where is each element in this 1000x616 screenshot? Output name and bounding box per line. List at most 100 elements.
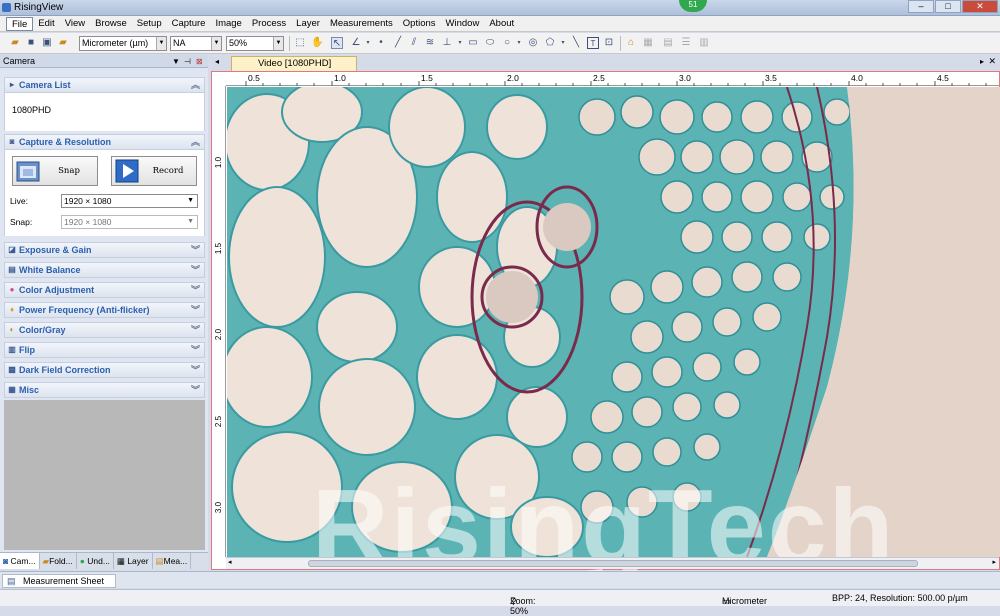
- tab-measurement[interactable]: ▤Mea...: [153, 553, 192, 569]
- multi-line-icon[interactable]: ≋: [424, 37, 436, 49]
- parallel-icon[interactable]: ⫽: [408, 37, 420, 49]
- chevron-down-icon[interactable]: ▾: [454, 37, 466, 49]
- point-icon[interactable]: •: [375, 37, 387, 49]
- camera-list-item[interactable]: 1080PHD: [12, 105, 51, 115]
- section-label: Capture & Resolution: [19, 137, 112, 147]
- save-icon[interactable]: ■: [25, 37, 37, 49]
- image-view[interactable]: 0.5 1.0 1.5 2.0 2.5 3.0 3.5 4.0 4.5 1.0 …: [211, 71, 1000, 586]
- pin-icon[interactable]: ⊣: [184, 55, 191, 68]
- document-tab-video[interactable]: Video [1080PHD]: [231, 56, 357, 71]
- document-close-icon[interactable]: ✕: [988, 56, 996, 67]
- menu-measurements[interactable]: Measurements: [325, 17, 398, 31]
- tab-camera[interactable]: ◙ Cam...: [0, 553, 40, 569]
- horizontal-scrollbar[interactable]: ◂ ▸: [226, 557, 999, 569]
- section-power-frequency[interactable]: ♦ Power Frequency (Anti-flicker) ︾: [4, 302, 205, 318]
- expand-down-icon[interactable]: ︾: [191, 363, 200, 377]
- zoom-select[interactable]: 50% ▼: [226, 36, 284, 51]
- perpendicular-icon[interactable]: ⊥: [441, 37, 453, 49]
- line-icon[interactable]: ╱: [392, 37, 404, 49]
- maximize-button[interactable]: □: [935, 0, 961, 13]
- angle-icon[interactable]: ∠: [350, 37, 362, 49]
- expand-down-icon[interactable]: ︾: [191, 303, 200, 317]
- scroll-right-icon[interactable]: ▸: [992, 558, 996, 566]
- layer-icon[interactable]: ▦: [642, 37, 654, 49]
- section-flip[interactable]: ▥ Flip ︾: [4, 342, 205, 358]
- snap-button[interactable]: Snap: [12, 156, 98, 186]
- section-camera-list[interactable]: ▸ Camera List ︽: [4, 77, 205, 93]
- scale-bar-icon[interactable]: ⊡: [603, 37, 615, 49]
- ellipse-icon[interactable]: ⬭: [484, 37, 496, 49]
- status-bar: ⚲ Zoom: 50% ▭ Micrometer BPP: 24, Resolu…: [0, 589, 1000, 616]
- chevron-down-icon[interactable]: ▾: [362, 37, 374, 49]
- expand-down-icon[interactable]: ︾: [191, 243, 200, 257]
- section-white-balance[interactable]: ▤ White Balance ︾: [4, 262, 205, 278]
- scroll-left-icon[interactable]: ◂: [228, 558, 232, 566]
- close-button[interactable]: ✕: [962, 0, 998, 13]
- rectangle-icon[interactable]: ▭: [467, 37, 479, 49]
- collapse-up-icon[interactable]: ︽: [191, 78, 200, 92]
- open-folder-icon[interactable]: ▰: [9, 37, 21, 49]
- arrow-line-icon[interactable]: ╲: [570, 37, 582, 49]
- section-misc[interactable]: ▦ Misc ︾: [4, 382, 205, 398]
- menu-layer[interactable]: Layer: [291, 17, 325, 31]
- section-color-adjustment[interactable]: ● Color Adjustment ︾: [4, 282, 205, 298]
- tab-scroll-right-icon[interactable]: ▸: [980, 57, 984, 66]
- menu-options[interactable]: Options: [398, 17, 441, 31]
- menu-about[interactable]: About: [484, 17, 519, 31]
- live-resolution-select[interactable]: 1920 × 1080 ▼: [61, 194, 198, 208]
- expand-down-icon[interactable]: ︾: [191, 283, 200, 297]
- section-exposure-gain[interactable]: ◪ Exposure & Gain ︾: [4, 242, 205, 258]
- section-capture-resolution[interactable]: ◙ Capture & Resolution ︽: [4, 134, 205, 150]
- save-as-icon[interactable]: ▣: [41, 37, 53, 49]
- browse-folder-icon[interactable]: ▰: [57, 37, 69, 49]
- scrollbar-thumb[interactable]: [308, 560, 918, 567]
- capture-body: Snap Record Live: 1920 × 1080 ▼ Snap: 192…: [4, 150, 205, 236]
- copy-icon[interactable]: ▥: [698, 37, 710, 49]
- concentric-circle-icon[interactable]: ◎: [527, 37, 539, 49]
- section-color-gray[interactable]: ◐ Color/Gray ︾: [4, 322, 205, 338]
- menu-process[interactable]: Process: [247, 17, 291, 31]
- rect-select-icon[interactable]: ⬚: [294, 37, 306, 49]
- calibration-icon[interactable]: ⌂: [625, 37, 637, 49]
- align-icon[interactable]: ☰: [680, 37, 692, 49]
- expand-down-icon[interactable]: ︾: [191, 383, 200, 397]
- chevron-down-icon[interactable]: ▾: [513, 37, 525, 49]
- panel-close-icon[interactable]: ⊠: [196, 55, 203, 68]
- tab-layer[interactable]: ▦ Layer: [114, 553, 153, 569]
- unit-select[interactable]: Micrometer (µm) ▼: [79, 36, 167, 51]
- minimize-button[interactable]: –: [908, 0, 934, 13]
- tab-scroll-left-icon[interactable]: ◂: [215, 57, 219, 66]
- menu-edit[interactable]: Edit: [33, 17, 59, 31]
- app-icon: [2, 3, 11, 12]
- panel-dropdown-icon[interactable]: ▼: [172, 55, 180, 68]
- camera-panel: Camera ▼ ⊣ ⊠ ▸ Camera List ︽ 1080PHD ◙ C…: [0, 55, 208, 570]
- record-button[interactable]: Record: [111, 156, 197, 186]
- expand-down-icon[interactable]: ︾: [191, 343, 200, 357]
- tab-folder[interactable]: ▰Fold...: [40, 553, 77, 569]
- menu-image[interactable]: Image: [210, 17, 246, 31]
- tab-undo[interactable]: ● Und...: [77, 553, 114, 569]
- menu-setup[interactable]: Setup: [132, 17, 167, 31]
- magnification-select[interactable]: NA ▼: [170, 36, 222, 51]
- menu-view[interactable]: View: [60, 17, 90, 31]
- menu-file[interactable]: File: [6, 16, 34, 31]
- measurement-sheet-tab[interactable]: ▤ Measurement Sheet: [2, 574, 116, 588]
- circle-icon[interactable]: ○: [501, 37, 513, 49]
- chevron-down-icon[interactable]: ▾: [557, 37, 569, 49]
- section-label: Color Adjustment: [19, 285, 95, 295]
- polygon-icon[interactable]: ⬠: [544, 37, 556, 49]
- export-icon[interactable]: ▤: [662, 37, 674, 49]
- watermark: RisingTech: [312, 468, 896, 586]
- snap-resolution-select[interactable]: 1920 × 1080 ▼: [61, 215, 198, 229]
- hand-icon[interactable]: ✋: [311, 37, 323, 49]
- menu-window[interactable]: Window: [441, 17, 485, 31]
- section-label: Color/Gray: [19, 325, 66, 335]
- section-dark-field[interactable]: ▩ Dark Field Correction ︾: [4, 362, 205, 378]
- collapse-up-icon[interactable]: ︽: [191, 135, 200, 149]
- menu-browse[interactable]: Browse: [90, 17, 132, 31]
- pointer-icon[interactable]: ↖: [331, 37, 343, 49]
- expand-down-icon[interactable]: ︾: [191, 323, 200, 337]
- text-tool-icon[interactable]: T: [587, 37, 599, 49]
- menu-capture[interactable]: Capture: [167, 17, 211, 31]
- expand-down-icon[interactable]: ︾: [191, 263, 200, 277]
